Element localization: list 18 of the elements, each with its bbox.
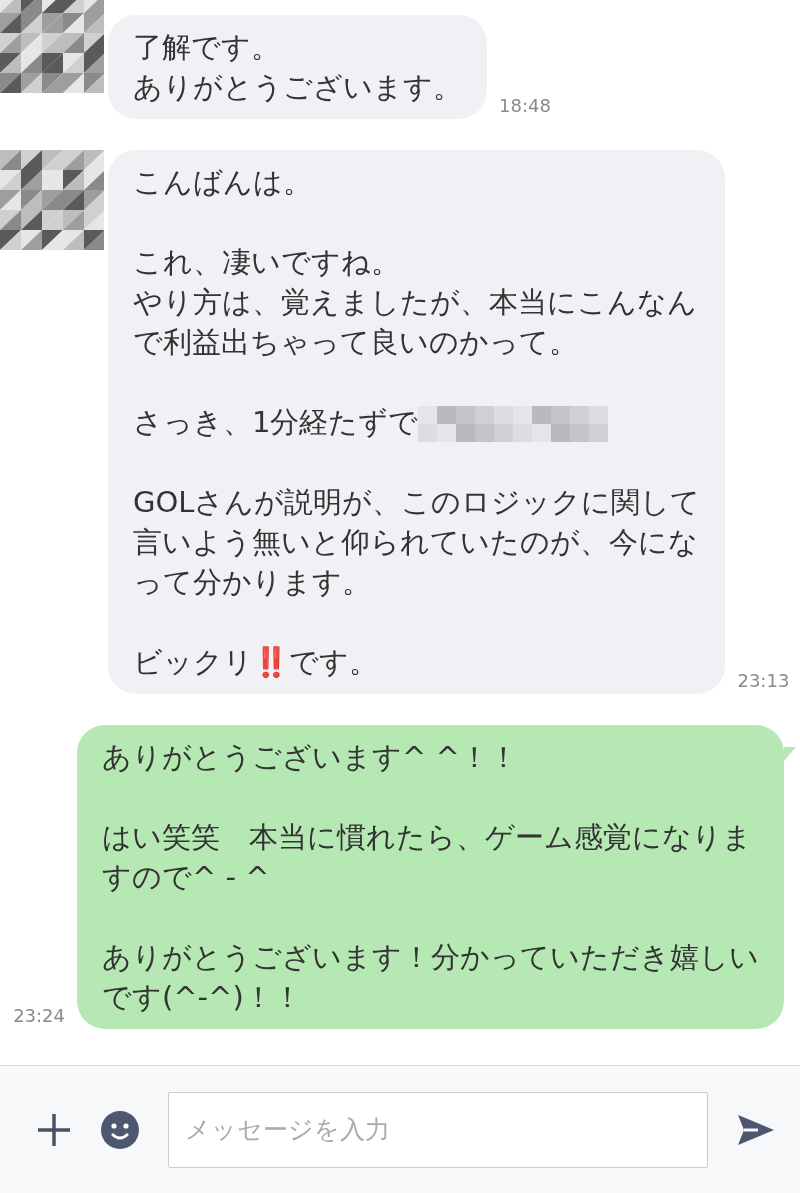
message-text: はい笑笑 本当に慣れたら、ゲーム感覚になりま すので^ - ^ bbox=[102, 819, 753, 896]
message-text: GOLさんが説明が、このロジックに関して 言いよう無いと仰られていたのが、今にな って分かります。 bbox=[133, 484, 701, 601]
timestamp: 23:24 bbox=[12, 1004, 66, 1028]
plus-icon[interactable] bbox=[36, 1111, 72, 1148]
message-input[interactable]: メッセージを入力 bbox=[168, 1091, 708, 1168]
message-text: ビックリ‼です。 bbox=[133, 644, 379, 681]
avatar[interactable] bbox=[0, 150, 104, 250]
avatar[interactable] bbox=[0, 0, 104, 93]
send-icon[interactable] bbox=[736, 1112, 776, 1147]
message-text: ありがとうございます！分かっていただき嬉しい です(^-^)！！ bbox=[102, 939, 759, 1016]
message-text: こんばんは。 bbox=[133, 164, 313, 201]
emoji-icon[interactable] bbox=[100, 1109, 140, 1150]
message-text: 了解です。 ありがとうございます。 bbox=[133, 29, 462, 106]
message-text: ありがとうございます^ ^！！ bbox=[102, 739, 519, 776]
timestamp: 18:48 bbox=[498, 94, 552, 118]
timestamp: 23:13 bbox=[736, 669, 791, 693]
message-text: これ、凄いですね。 やり方は、覚えましたが、本当にこんなん で利益出ちゃって良いのかって。 bbox=[133, 244, 698, 361]
message-text: さっき、1分経たずで bbox=[133, 405, 419, 439]
